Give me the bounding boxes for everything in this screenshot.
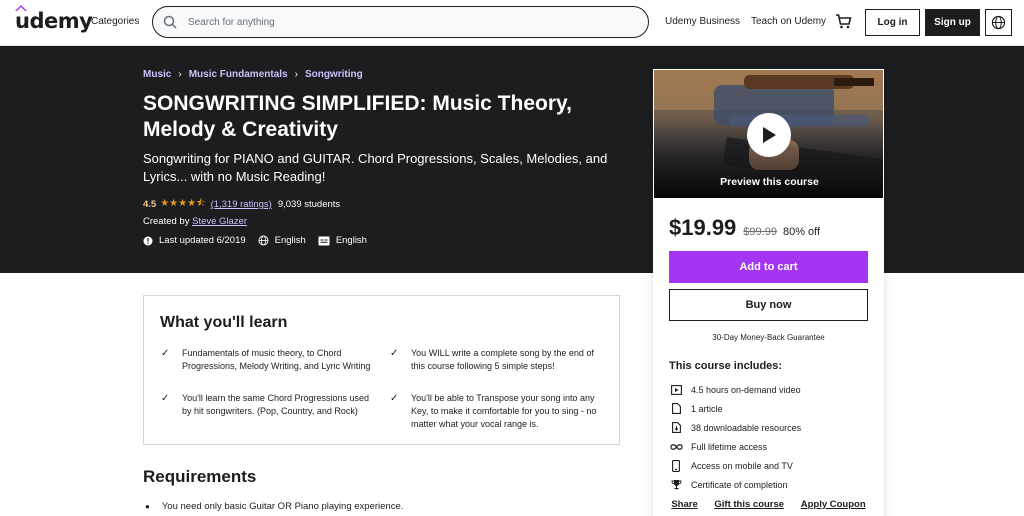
udemy-logo[interactable]: udemy — [15, 5, 93, 33]
created-by: Created by Steve Glazer — [143, 216, 247, 227]
share-link[interactable]: Share — [671, 499, 697, 510]
globe-icon — [258, 235, 269, 246]
discount-percent: 80% off — [782, 226, 821, 238]
signup-button[interactable]: Sign up — [925, 9, 980, 36]
star-rating-icon: ★★★★⯪ — [160, 198, 206, 209]
list-item: 1 article — [669, 399, 801, 418]
course-language: English — [258, 235, 306, 246]
check-icon: ✓ — [390, 393, 399, 404]
add-to-cart-button[interactable]: Add to cart — [669, 251, 868, 283]
file-icon — [671, 403, 681, 414]
buy-now-button[interactable]: Buy now — [669, 289, 868, 321]
money-back-guarantee: 30-Day Money-Back Guarantee — [712, 333, 825, 342]
includes-title: This course includes: — [669, 360, 783, 372]
search-bar[interactable] — [152, 6, 649, 38]
last-updated-text: Last updated 6/2019 — [159, 235, 246, 246]
learn-item: ✓ You'll learn the same Chord Progressio… — [161, 392, 377, 418]
list-item: Access on mobile and TV — [669, 456, 801, 475]
logo-hat-icon — [15, 5, 27, 11]
learn-item: ✓ You WILL write a complete song by the … — [390, 347, 606, 373]
rating-row: 4.5 ★★★★⯪ (1,319 ratings) 9,039 students — [143, 196, 340, 213]
breadcrumb: Music › Music Fundamentals › Songwriting — [143, 69, 363, 80]
include-text: 4.5 hours on-demand video — [691, 384, 801, 395]
current-price: $19.99 — [669, 215, 737, 240]
language-text: English — [274, 235, 306, 246]
include-text: 38 downloadable resources — [691, 422, 802, 433]
ratings-count-link[interactable]: (1,319 ratings) — [211, 199, 272, 210]
check-icon: ✓ — [161, 393, 170, 404]
infinity-icon — [669, 443, 683, 450]
breadcrumb-songwriting[interactable]: Songwriting — [305, 69, 363, 80]
chevron-right-icon: › — [178, 69, 182, 80]
course-title: SONGWRITING SIMPLIFIED: Music Theory, Me… — [143, 92, 572, 141]
video-icon — [670, 384, 682, 395]
learn-item-text: You'll learn the same Chord Progressions… — [182, 393, 369, 416]
learn-item-text: You WILL write a complete song by the en… — [411, 348, 594, 371]
last-updated: Last updated 6/2019 — [143, 235, 246, 246]
teach-on-udemy-link[interactable]: Teach on Udemy — [751, 16, 826, 27]
closed-captions-icon — [318, 236, 330, 245]
search-input[interactable] — [188, 13, 628, 31]
list-item: Certificate of completion — [669, 475, 801, 494]
includes-list: 4.5 hours on-demand video 1 article 38 d… — [669, 380, 801, 494]
cart-icon[interactable] — [835, 13, 852, 30]
course-captions: English — [318, 235, 367, 246]
card-links: Share Gift this course Apply Coupon — [653, 499, 884, 510]
categories-link[interactable]: Categories — [91, 16, 139, 27]
include-text: 1 article — [691, 403, 723, 414]
trophy-icon — [671, 480, 681, 490]
learn-item: ✓ You'll be able to Transpose your song … — [390, 392, 606, 431]
download-file-icon — [671, 422, 681, 433]
login-button[interactable]: Log in — [865, 9, 920, 36]
preview-label: Preview this course — [720, 176, 819, 188]
chevron-right-icon: › — [294, 69, 298, 80]
mobile-icon — [672, 459, 680, 472]
breadcrumb-music[interactable]: Music — [143, 69, 171, 80]
rating-value: 4.5 — [143, 199, 157, 210]
requirements-title: Requirements — [143, 467, 257, 486]
gift-course-link[interactable]: Gift this course — [714, 499, 784, 510]
learn-item-text: Fundamentals of music theory, to Chord P… — [182, 348, 371, 371]
udemy-business-link[interactable]: Udemy Business — [665, 16, 740, 27]
requirement-text: You need only basic Guitar OR Piano play… — [161, 501, 404, 512]
include-text: Access on mobile and TV — [691, 460, 793, 471]
play-icon — [763, 127, 776, 143]
students-count: 9,039 students — [277, 199, 341, 210]
what-youll-learn: What you'll learn ✓ Fundamentals of musi… — [143, 295, 620, 445]
learn-title: What you'll learn — [160, 314, 288, 331]
captions-text: English — [335, 235, 367, 246]
logo-text: udemy — [15, 9, 93, 33]
check-icon: ✓ — [390, 348, 399, 359]
original-price: $99.99 — [743, 226, 777, 238]
language-button[interactable] — [985, 9, 1012, 36]
play-button[interactable] — [747, 113, 791, 157]
instructor-link[interactable]: Steve Glazer — [192, 216, 247, 227]
check-icon: ✓ — [161, 348, 170, 359]
course-meta: Last updated 6/2019 English English — [143, 235, 379, 246]
breadcrumb-music-fundamentals[interactable]: Music Fundamentals — [189, 69, 288, 80]
alert-badge-icon — [143, 236, 153, 245]
list-item: Full lifetime access — [669, 437, 801, 456]
price-row: $19.99 $99.99 80% off — [669, 215, 820, 241]
requirement-item: ● You need only basic Guitar OR Piano pl… — [145, 501, 403, 512]
learn-item-text: You'll be able to Transpose your song in… — [411, 393, 597, 429]
purchase-card: Preview this course $19.99 $99.99 80% of… — [653, 69, 884, 516]
course-preview[interactable]: Preview this course — [653, 69, 884, 199]
learn-item: ✓ Fundamentals of music theory, to Chord… — [161, 347, 377, 373]
bullet-icon: ● — [145, 502, 150, 511]
list-item: 4.5 hours on-demand video — [669, 380, 801, 399]
list-item: 38 downloadable resources — [669, 418, 801, 437]
apply-coupon-link[interactable]: Apply Coupon — [801, 499, 866, 510]
include-text: Certificate of completion — [691, 479, 788, 490]
include-text: Full lifetime access — [691, 441, 768, 452]
top-navigation-bar: udemy Categories Udemy Business Teach on… — [0, 0, 1024, 46]
created-by-label: Created by — [143, 216, 190, 227]
search-icon[interactable] — [163, 15, 177, 29]
globe-icon — [991, 15, 1006, 30]
course-subtitle: Songwriting for PIANO and GUITAR. Chord … — [143, 151, 608, 184]
